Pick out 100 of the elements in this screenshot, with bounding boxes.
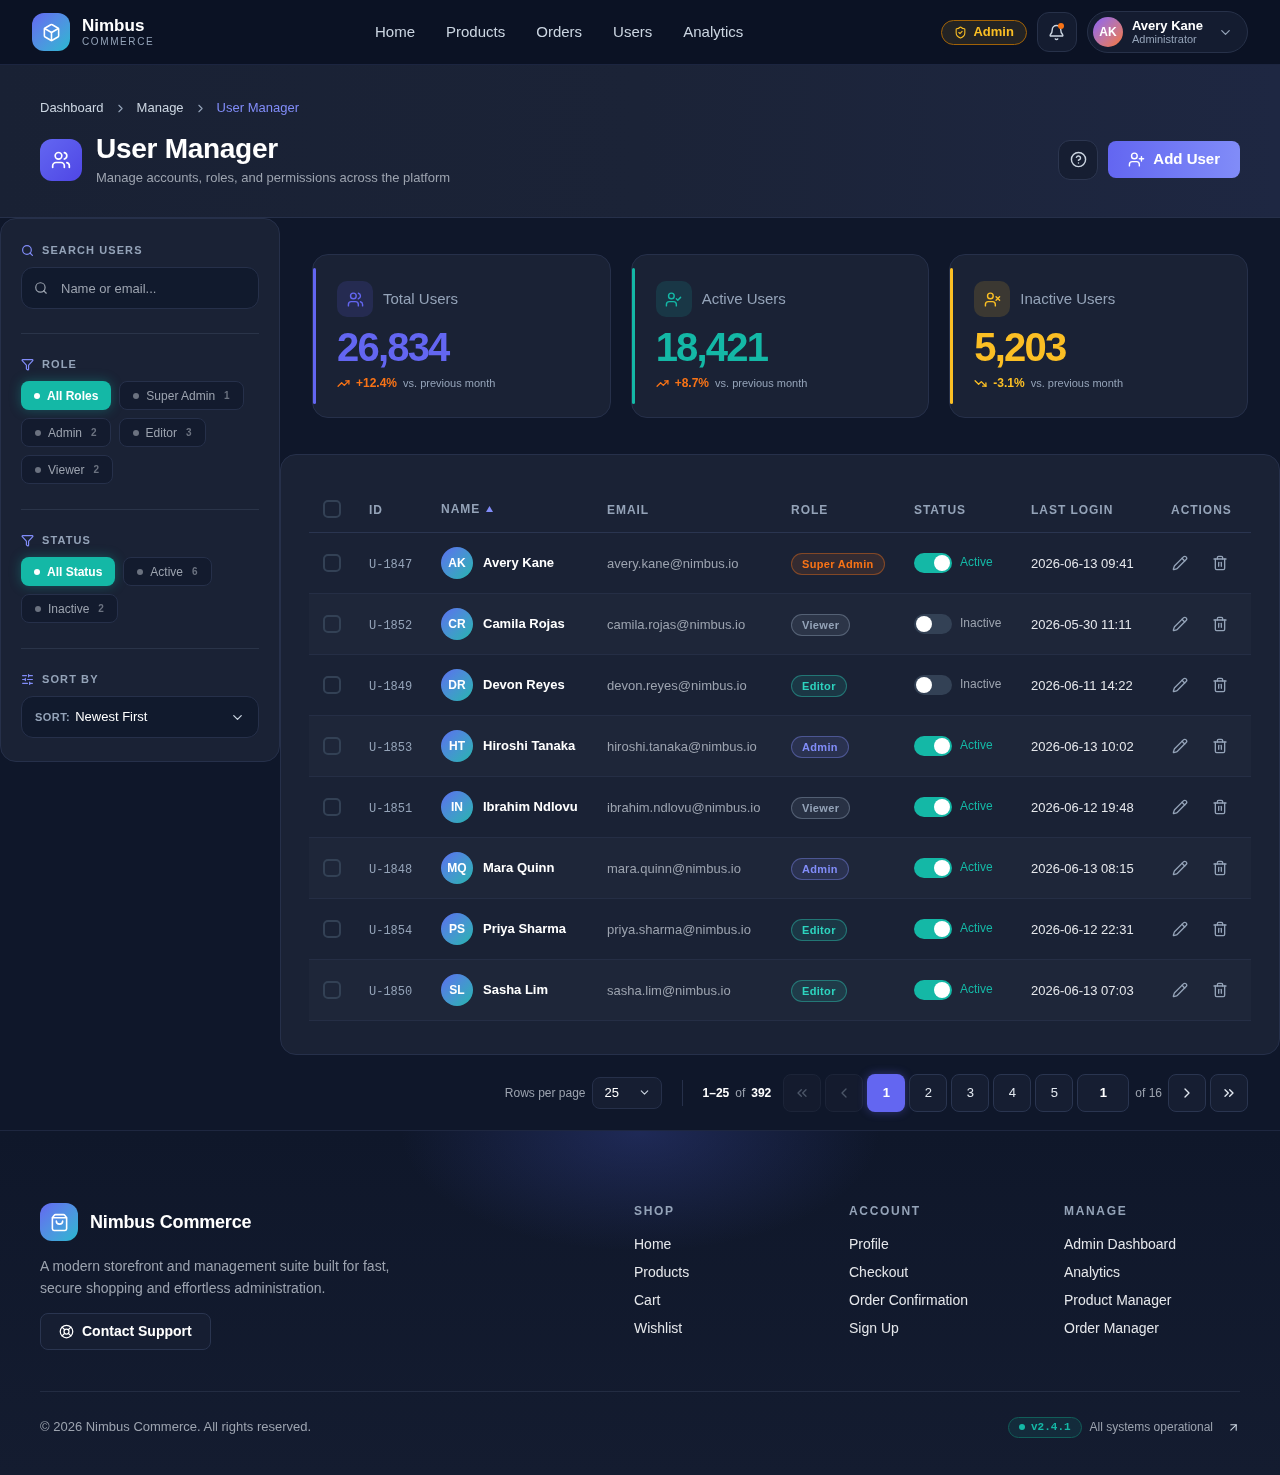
- search-field[interactable]: Name or email...: [21, 267, 259, 309]
- page-button[interactable]: 5: [1035, 1073, 1074, 1112]
- footer-link[interactable]: Cart: [634, 1290, 661, 1310]
- role-tag: Viewer: [791, 797, 851, 820]
- trash-icon[interactable]: [1212, 738, 1228, 754]
- trash-icon[interactable]: [1212, 982, 1228, 998]
- sort-triangle-icon: [486, 505, 494, 512]
- status-toggle[interactable]: [914, 980, 952, 1000]
- footer-link[interactable]: Profile: [849, 1234, 889, 1254]
- row-checkbox[interactable]: [323, 798, 341, 816]
- user-id: U-1852: [369, 619, 413, 633]
- user-id: U-1850: [369, 985, 413, 999]
- user-menu-button[interactable]: AK Avery Kane Administrator: [1086, 11, 1248, 53]
- last-page-button[interactable]: [1210, 1073, 1248, 1112]
- footer-column-title: MANAGE: [1064, 1203, 1129, 1219]
- pencil-icon[interactable]: [1172, 860, 1188, 876]
- row-checkbox[interactable]: [323, 859, 341, 877]
- footer-description: A modern storefront and management suite built for fast, secure shopping and effortless administration.: [40, 1257, 391, 1298]
- footer-link[interactable]: Order Confirmation: [849, 1290, 969, 1310]
- pencil-icon[interactable]: [1172, 738, 1188, 754]
- nav-link[interactable]: Products: [446, 20, 506, 44]
- trash-icon[interactable]: [1212, 860, 1228, 876]
- pencil-icon[interactable]: [1172, 982, 1188, 998]
- status-label: Active: [960, 736, 993, 754]
- pencil-icon[interactable]: [1172, 555, 1188, 571]
- contact-support-button[interactable]: Contact Support: [40, 1313, 211, 1350]
- filter-count: 1: [224, 389, 230, 403]
- nav-link[interactable]: Home: [375, 20, 415, 44]
- notifications-button[interactable]: [1036, 12, 1077, 52]
- status-label: Active: [960, 919, 993, 937]
- status-toggle[interactable]: [914, 614, 952, 634]
- user-id: U-1848: [369, 863, 413, 877]
- filter-chip[interactable]: Active 6: [123, 557, 212, 586]
- user-name: Ibrahim Ndlovu: [483, 798, 578, 817]
- stat-change: +12.4%: [356, 375, 398, 392]
- breadcrumb-link[interactable]: User Manager: [216, 98, 299, 118]
- filter-chip[interactable]: Super Admin 1: [119, 381, 244, 410]
- filter-chip[interactable]: Admin 2: [21, 418, 111, 447]
- last-login: 2026-06-13 07:03: [1031, 983, 1134, 998]
- row-checkbox[interactable]: [323, 737, 341, 755]
- trash-icon[interactable]: [1212, 677, 1228, 693]
- page-button[interactable]: 4: [993, 1073, 1032, 1112]
- status-toggle[interactable]: [914, 858, 952, 878]
- footer-link[interactable]: Admin Dashboard: [1064, 1234, 1177, 1254]
- filter-chip[interactable]: Editor 3: [118, 418, 206, 447]
- footer-link[interactable]: Product Manager: [1064, 1290, 1172, 1310]
- trash-icon[interactable]: [1212, 921, 1228, 937]
- row-checkbox[interactable]: [323, 676, 341, 694]
- page-number-field[interactable]: 1: [1077, 1073, 1130, 1112]
- breadcrumb-link[interactable]: Manage: [136, 98, 184, 118]
- stat-label: Inactive Users: [1020, 288, 1116, 309]
- footer-link[interactable]: Home: [634, 1234, 672, 1254]
- rows-per-page-select[interactable]: 25: [591, 1076, 662, 1109]
- footer-link[interactable]: Checkout: [849, 1262, 909, 1282]
- role-tag: Editor: [791, 919, 847, 942]
- page-button[interactable]: 1: [867, 1073, 906, 1112]
- row-checkbox[interactable]: [323, 920, 341, 938]
- lifebuoy-icon: [59, 1324, 74, 1339]
- row-checkbox[interactable]: [323, 554, 341, 572]
- user-avatar: HT: [441, 730, 473, 762]
- filter-chip[interactable]: Viewer 2: [21, 455, 114, 484]
- user-id: U-1853: [369, 741, 413, 755]
- trash-icon[interactable]: [1212, 616, 1228, 632]
- footer-link[interactable]: Order Manager: [1064, 1318, 1159, 1338]
- pencil-icon[interactable]: [1172, 921, 1188, 937]
- row-checkbox[interactable]: [323, 615, 341, 633]
- status-toggle[interactable]: [914, 553, 952, 573]
- breadcrumb-link[interactable]: Dashboard: [40, 98, 104, 118]
- filter-count: 2: [93, 463, 100, 477]
- pencil-icon[interactable]: [1172, 616, 1188, 632]
- select-all-checkbox[interactable]: [323, 499, 341, 518]
- pencil-icon[interactable]: [1172, 799, 1188, 815]
- stat-value: 18,421: [655, 325, 769, 369]
- search-icon: [34, 281, 48, 295]
- nav-link[interactable]: Users: [613, 20, 653, 44]
- status-toggle[interactable]: [914, 797, 952, 817]
- footer-link[interactable]: Sign Up: [849, 1318, 899, 1338]
- footer-link[interactable]: Wishlist: [634, 1318, 683, 1338]
- footer-link[interactable]: Analytics: [1064, 1262, 1121, 1282]
- footer-link[interactable]: Products: [634, 1262, 690, 1282]
- total-count: 392: [751, 1084, 772, 1102]
- nav-link[interactable]: Analytics: [683, 20, 744, 44]
- filter-chip[interactable]: Inactive 2: [21, 594, 118, 623]
- trash-icon[interactable]: [1212, 555, 1228, 571]
- sort-select[interactable]: SORT: Newest First: [21, 696, 259, 738]
- status-toggle[interactable]: [914, 675, 952, 695]
- page-button[interactable]: 3: [951, 1073, 990, 1112]
- row-checkbox[interactable]: [323, 981, 341, 999]
- column-header[interactable]: NAME: [441, 499, 494, 518]
- trash-icon[interactable]: [1212, 799, 1228, 815]
- nav-link[interactable]: Orders: [536, 20, 583, 44]
- rows-per-page-label: Rows per page: [504, 1084, 586, 1102]
- user-email: camila.rojas@nimbus.io: [607, 617, 746, 632]
- add-user-button[interactable]: Add User: [1108, 141, 1240, 178]
- system-status-link[interactable]: All systems operational: [1089, 1418, 1240, 1436]
- status-toggle[interactable]: [914, 736, 952, 756]
- page-button[interactable]: 2: [909, 1073, 948, 1112]
- pencil-icon[interactable]: [1172, 677, 1188, 693]
- help-button[interactable]: [1058, 139, 1099, 180]
- status-toggle[interactable]: [914, 919, 952, 939]
